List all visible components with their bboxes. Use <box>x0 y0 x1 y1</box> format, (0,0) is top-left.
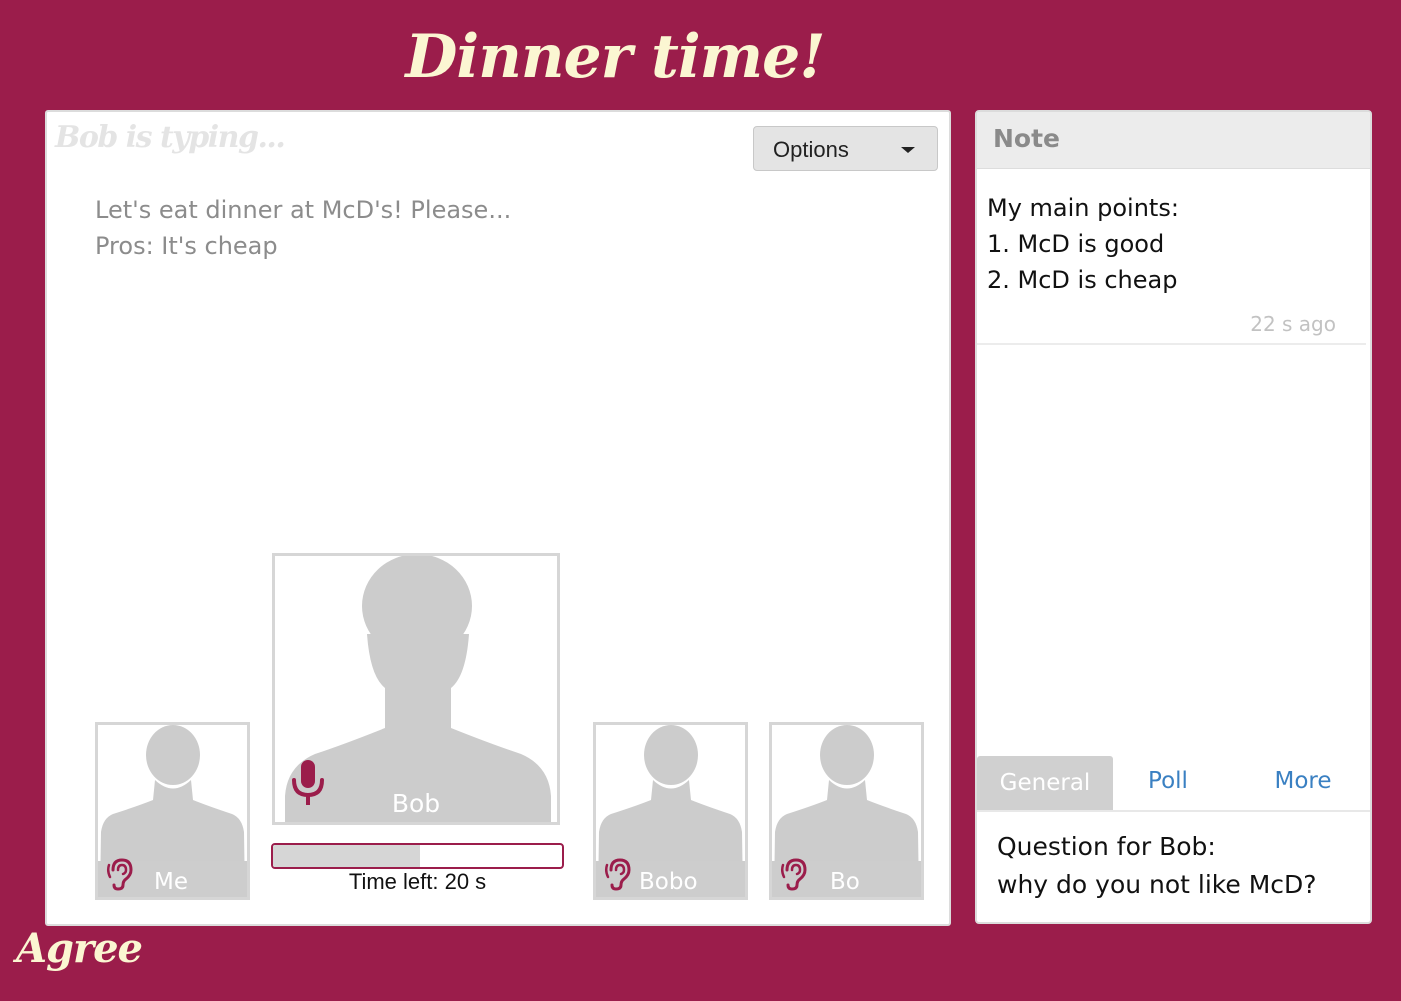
ear-icon <box>780 858 807 891</box>
caret-down-icon <box>901 147 915 153</box>
tab-more[interactable]: More <box>1247 756 1359 810</box>
note-line: 2. McD is cheap <box>987 266 1178 294</box>
message-line: Pros: It's cheap <box>95 232 278 260</box>
message-line: Let's eat dinner at McD's! Please... <box>95 196 512 224</box>
chat-panel: Bob is typing... Options Let's eat dinne… <box>45 110 951 926</box>
time-left-label: Time left: 20 s <box>348 869 487 894</box>
divider <box>977 810 1370 812</box>
note-panel: Note My main points: 1. McD is good 2. M… <box>975 110 1372 924</box>
question-text: Question for Bob: why do you not like Mc… <box>997 828 1317 904</box>
participant-tile-speaker[interactable]: Bob <box>272 553 560 825</box>
options-dropdown[interactable]: Options <box>753 126 938 171</box>
page-title: Dinner time! <box>405 22 825 92</box>
participant-tile-me[interactable]: Me <box>95 722 250 900</box>
options-label: Options <box>773 137 849 162</box>
typing-indicator: Bob is typing... <box>55 120 286 155</box>
participant-name: Bo <box>830 869 860 895</box>
ear-icon <box>604 858 631 891</box>
question-line: Question for Bob: <box>997 832 1216 861</box>
agree-button[interactable]: Agree <box>16 925 143 972</box>
participant-name: Me <box>154 869 188 895</box>
question-line: why do you not like McD? <box>997 870 1317 899</box>
note-tabs: General Poll More <box>977 756 1370 810</box>
time-progress-fill <box>273 845 421 867</box>
divider <box>977 343 1366 345</box>
tab-general[interactable]: General <box>977 756 1113 810</box>
ear-icon <box>106 858 133 891</box>
participant-tile-bo[interactable]: Bo <box>769 722 924 900</box>
note-content[interactable]: My main points: 1. McD is good 2. McD is… <box>987 190 1179 298</box>
participant-name: Bob <box>391 789 441 818</box>
tab-poll[interactable]: Poll <box>1113 756 1223 810</box>
participant-name: Bobo <box>639 869 698 895</box>
note-line: My main points: <box>987 194 1179 222</box>
note-timestamp: 22 s ago <box>1250 312 1336 336</box>
message-area: Let's eat dinner at McD's! Please... Pro… <box>95 192 511 264</box>
participant-tile-bobo[interactable]: Bobo <box>593 722 748 900</box>
time-progress-bar <box>271 843 564 869</box>
note-line: 1. McD is good <box>987 230 1165 258</box>
note-header: Note <box>977 112 1370 169</box>
note-title: Note <box>993 124 1061 153</box>
